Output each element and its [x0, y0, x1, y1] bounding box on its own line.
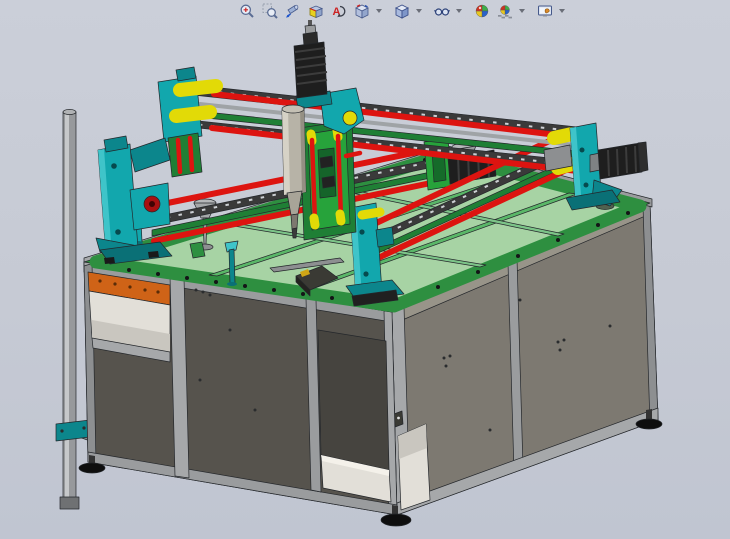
cad-model-cnc-gantry-machine[interactable]: [0, 0, 730, 539]
viewport-canvas[interactable]: A: [0, 0, 730, 539]
previous-view-button[interactable]: [282, 1, 303, 21]
stepper-motor[interactable]: [294, 20, 327, 98]
display-style-icon: [394, 3, 410, 19]
heads-up-view-toolbar: A: [236, 0, 572, 22]
hide-show-items-dropdown-arrow[interactable]: [454, 1, 464, 21]
apply-scene-icon: [497, 3, 513, 19]
view-orientation-dropdown-arrow[interactable]: [374, 1, 384, 21]
display-style-button[interactable]: [391, 1, 412, 21]
section-view-icon: [308, 3, 324, 19]
dynamic-annotation-views-button[interactable]: A: [328, 1, 349, 21]
apply-scene-dropdown-arrow[interactable]: [517, 1, 527, 21]
zoom-to-fit-icon: [239, 3, 255, 19]
view-settings-dropdown-arrow[interactable]: [557, 1, 567, 21]
hide-show-items-icon: [434, 3, 450, 19]
previous-view-icon: [285, 3, 301, 19]
apply-scene-button[interactable]: [494, 1, 515, 21]
dynamic-annotation-views-icon: A: [331, 3, 347, 19]
storage-shelf[interactable]: [88, 272, 170, 362]
edit-appearance-button[interactable]: [471, 1, 492, 21]
zoom-to-area-icon: [262, 3, 278, 19]
display-style-dropdown-arrow[interactable]: [414, 1, 424, 21]
view-settings-button[interactable]: [534, 1, 555, 21]
edit-appearance-icon: [474, 3, 490, 19]
z-axis-carriage[interactable]: [282, 20, 364, 240]
hide-show-items-button[interactable]: [431, 1, 452, 21]
view-orientation-button[interactable]: [351, 1, 372, 21]
open-bay: [318, 330, 391, 502]
section-view-button[interactable]: [305, 1, 326, 21]
zoom-to-fit-button[interactable]: [236, 1, 257, 21]
view-settings-icon: [537, 3, 553, 19]
view-orientation-icon: [354, 3, 370, 19]
zoom-to-area-button[interactable]: [259, 1, 280, 21]
